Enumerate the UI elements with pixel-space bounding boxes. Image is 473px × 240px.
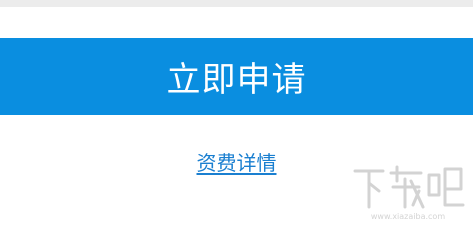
- xiazaiba-watermark-logo: www.xiazaiba.com: [349, 161, 467, 223]
- top-divider-strip: [0, 0, 473, 7]
- watermark-url-text: www.xiazaiba.com: [371, 212, 445, 221]
- page: 立即申请 资费详情 www.xiazaiba.com: [0, 0, 473, 227]
- watermark-logo-graphic: www.xiazaiba.com: [353, 165, 465, 221]
- apply-now-button[interactable]: 立即申请: [0, 38, 473, 115]
